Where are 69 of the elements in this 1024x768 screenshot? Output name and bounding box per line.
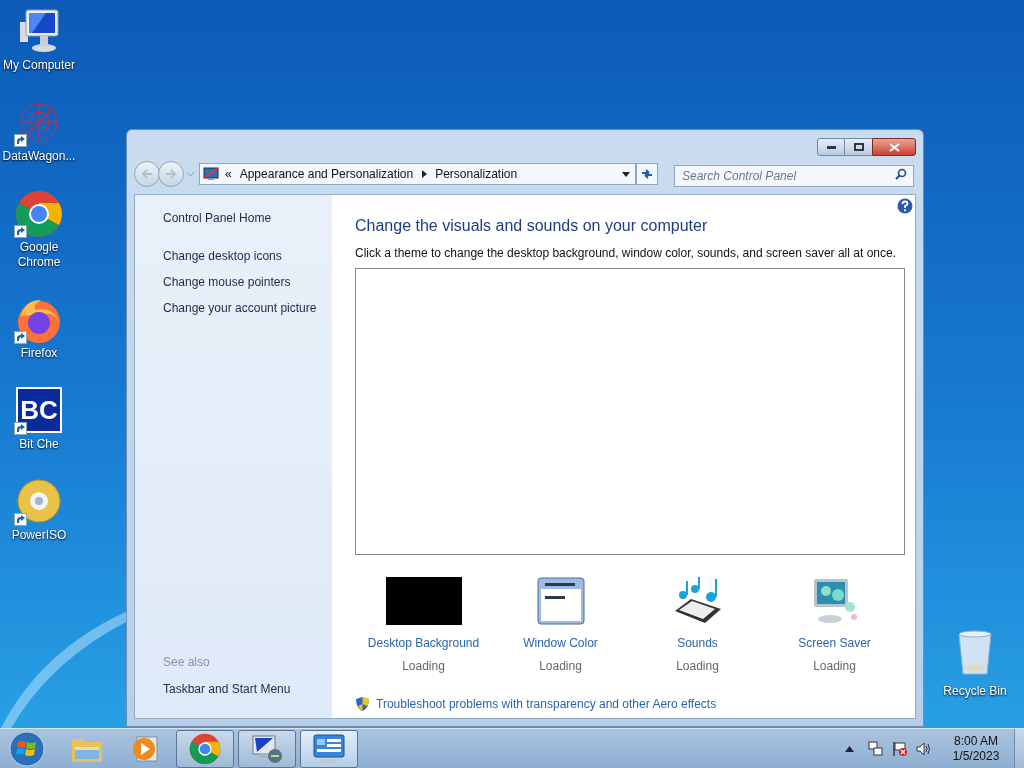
- setting-status: Loading: [539, 658, 582, 675]
- page-heading: Change the visuals and sounds on your computer: [355, 216, 709, 236]
- show-hidden-icons-icon[interactable]: [845, 745, 854, 752]
- help-icon[interactable]: [897, 198, 913, 214]
- refresh-icon: [640, 167, 654, 181]
- speaker-icon[interactable]: [916, 740, 932, 757]
- refresh-button[interactable]: [636, 163, 658, 185]
- bc-logo-icon: BC: [16, 387, 62, 433]
- desktop-icon-label[interactable]: Firefox: [1, 346, 77, 361]
- setting-link[interactable]: Window Color: [523, 634, 598, 652]
- setting-link[interactable]: Sounds: [677, 634, 718, 652]
- sidebar-link[interactable]: Change desktop icons: [163, 247, 332, 265]
- overflow-chevron[interactable]: «: [225, 165, 232, 183]
- remote-desktop-icon: [251, 733, 283, 764]
- setting-link[interactable]: Screen Saver: [798, 634, 871, 652]
- shortcut-arrow-icon: [14, 134, 27, 147]
- maximize-button[interactable]: [845, 138, 872, 156]
- search-icon: [895, 168, 907, 180]
- breadcrumb[interactable]: Personalization: [435, 165, 518, 183]
- network-icon[interactable]: [868, 740, 884, 757]
- see-also-heading: See also: [163, 654, 211, 671]
- setting-link[interactable]: Desktop Background: [367, 634, 480, 652]
- show-desktop-button[interactable]: [1014, 728, 1024, 768]
- page-description: Click a theme to change the desktop background, window color, sounds, and screen saver all at once.: [355, 245, 897, 262]
- flag-warning-icon[interactable]: [892, 740, 908, 757]
- clock-time: 8:00 AM: [954, 733, 998, 749]
- desktop-icon-label[interactable]: Bit Che: [1, 437, 77, 452]
- search-field[interactable]: Search Control Panel: [674, 165, 914, 187]
- taskbar-button[interactable]: [238, 729, 296, 768]
- shield-icon: [355, 696, 370, 712]
- shortcut-arrow-icon: [14, 225, 27, 238]
- taskbar-button[interactable]: [300, 729, 358, 768]
- start-button[interactable]: [7, 728, 47, 768]
- breadcrumb-arrow-icon[interactable]: [422, 170, 428, 178]
- troubleshoot-link[interactable]: Troubleshoot problems with transparency and other Aero effects: [376, 695, 717, 713]
- control-panel-icon: [203, 167, 219, 181]
- play-icon: [131, 734, 159, 763]
- clock-date: 1/5/2023: [952, 748, 1000, 764]
- setting-status: Loading: [402, 658, 445, 675]
- shortcut-arrow-icon: [14, 331, 27, 344]
- window-color-icon: [536, 577, 585, 625]
- shortcut-arrow-icon: [14, 513, 27, 526]
- chrome-icon: [15, 190, 63, 238]
- taskbar-button[interactable]: [176, 729, 234, 768]
- desktop-icon-label[interactable]: PowerISO: [1, 528, 77, 543]
- setting-status: Loading: [813, 658, 856, 675]
- recycle-bin-icon: [955, 630, 995, 676]
- windows-logo-icon: [8, 729, 46, 768]
- address-bar[interactable]: « Appearance and Personalization Personalization: [199, 163, 636, 185]
- shortcut-arrow-icon: [14, 422, 27, 435]
- back-arrow-icon: [141, 169, 153, 179]
- chrome-icon: [189, 732, 221, 765]
- forward-arrow-icon: [165, 169, 177, 179]
- sidebar-link[interactable]: Taskbar and Start Menu: [163, 680, 332, 698]
- sidebar-link[interactable]: Change mouse pointers: [163, 273, 332, 291]
- desktop-icon-label[interactable]: My Computer: [1, 58, 77, 73]
- close-button[interactable]: [872, 138, 916, 156]
- setting-status: Loading: [676, 658, 719, 675]
- desktop-icon-label[interactable]: DataWagon...: [1, 149, 77, 164]
- minimize-button[interactable]: [817, 138, 845, 156]
- clock[interactable]: 8:00 AM 1/5/2023: [946, 733, 1006, 764]
- sidebar-link[interactable]: Change your account picture: [163, 299, 332, 317]
- breadcrumb[interactable]: Appearance and Personalization: [239, 165, 414, 183]
- close-icon: [888, 142, 900, 152]
- dropdown-caret-icon[interactable]: [622, 171, 630, 177]
- control-panel-icon: [313, 733, 345, 764]
- disc-icon: [16, 478, 62, 524]
- sidebar-link[interactable]: Control Panel Home: [163, 209, 332, 227]
- desktop-icon-label[interactable]: Google Chrome: [1, 240, 77, 270]
